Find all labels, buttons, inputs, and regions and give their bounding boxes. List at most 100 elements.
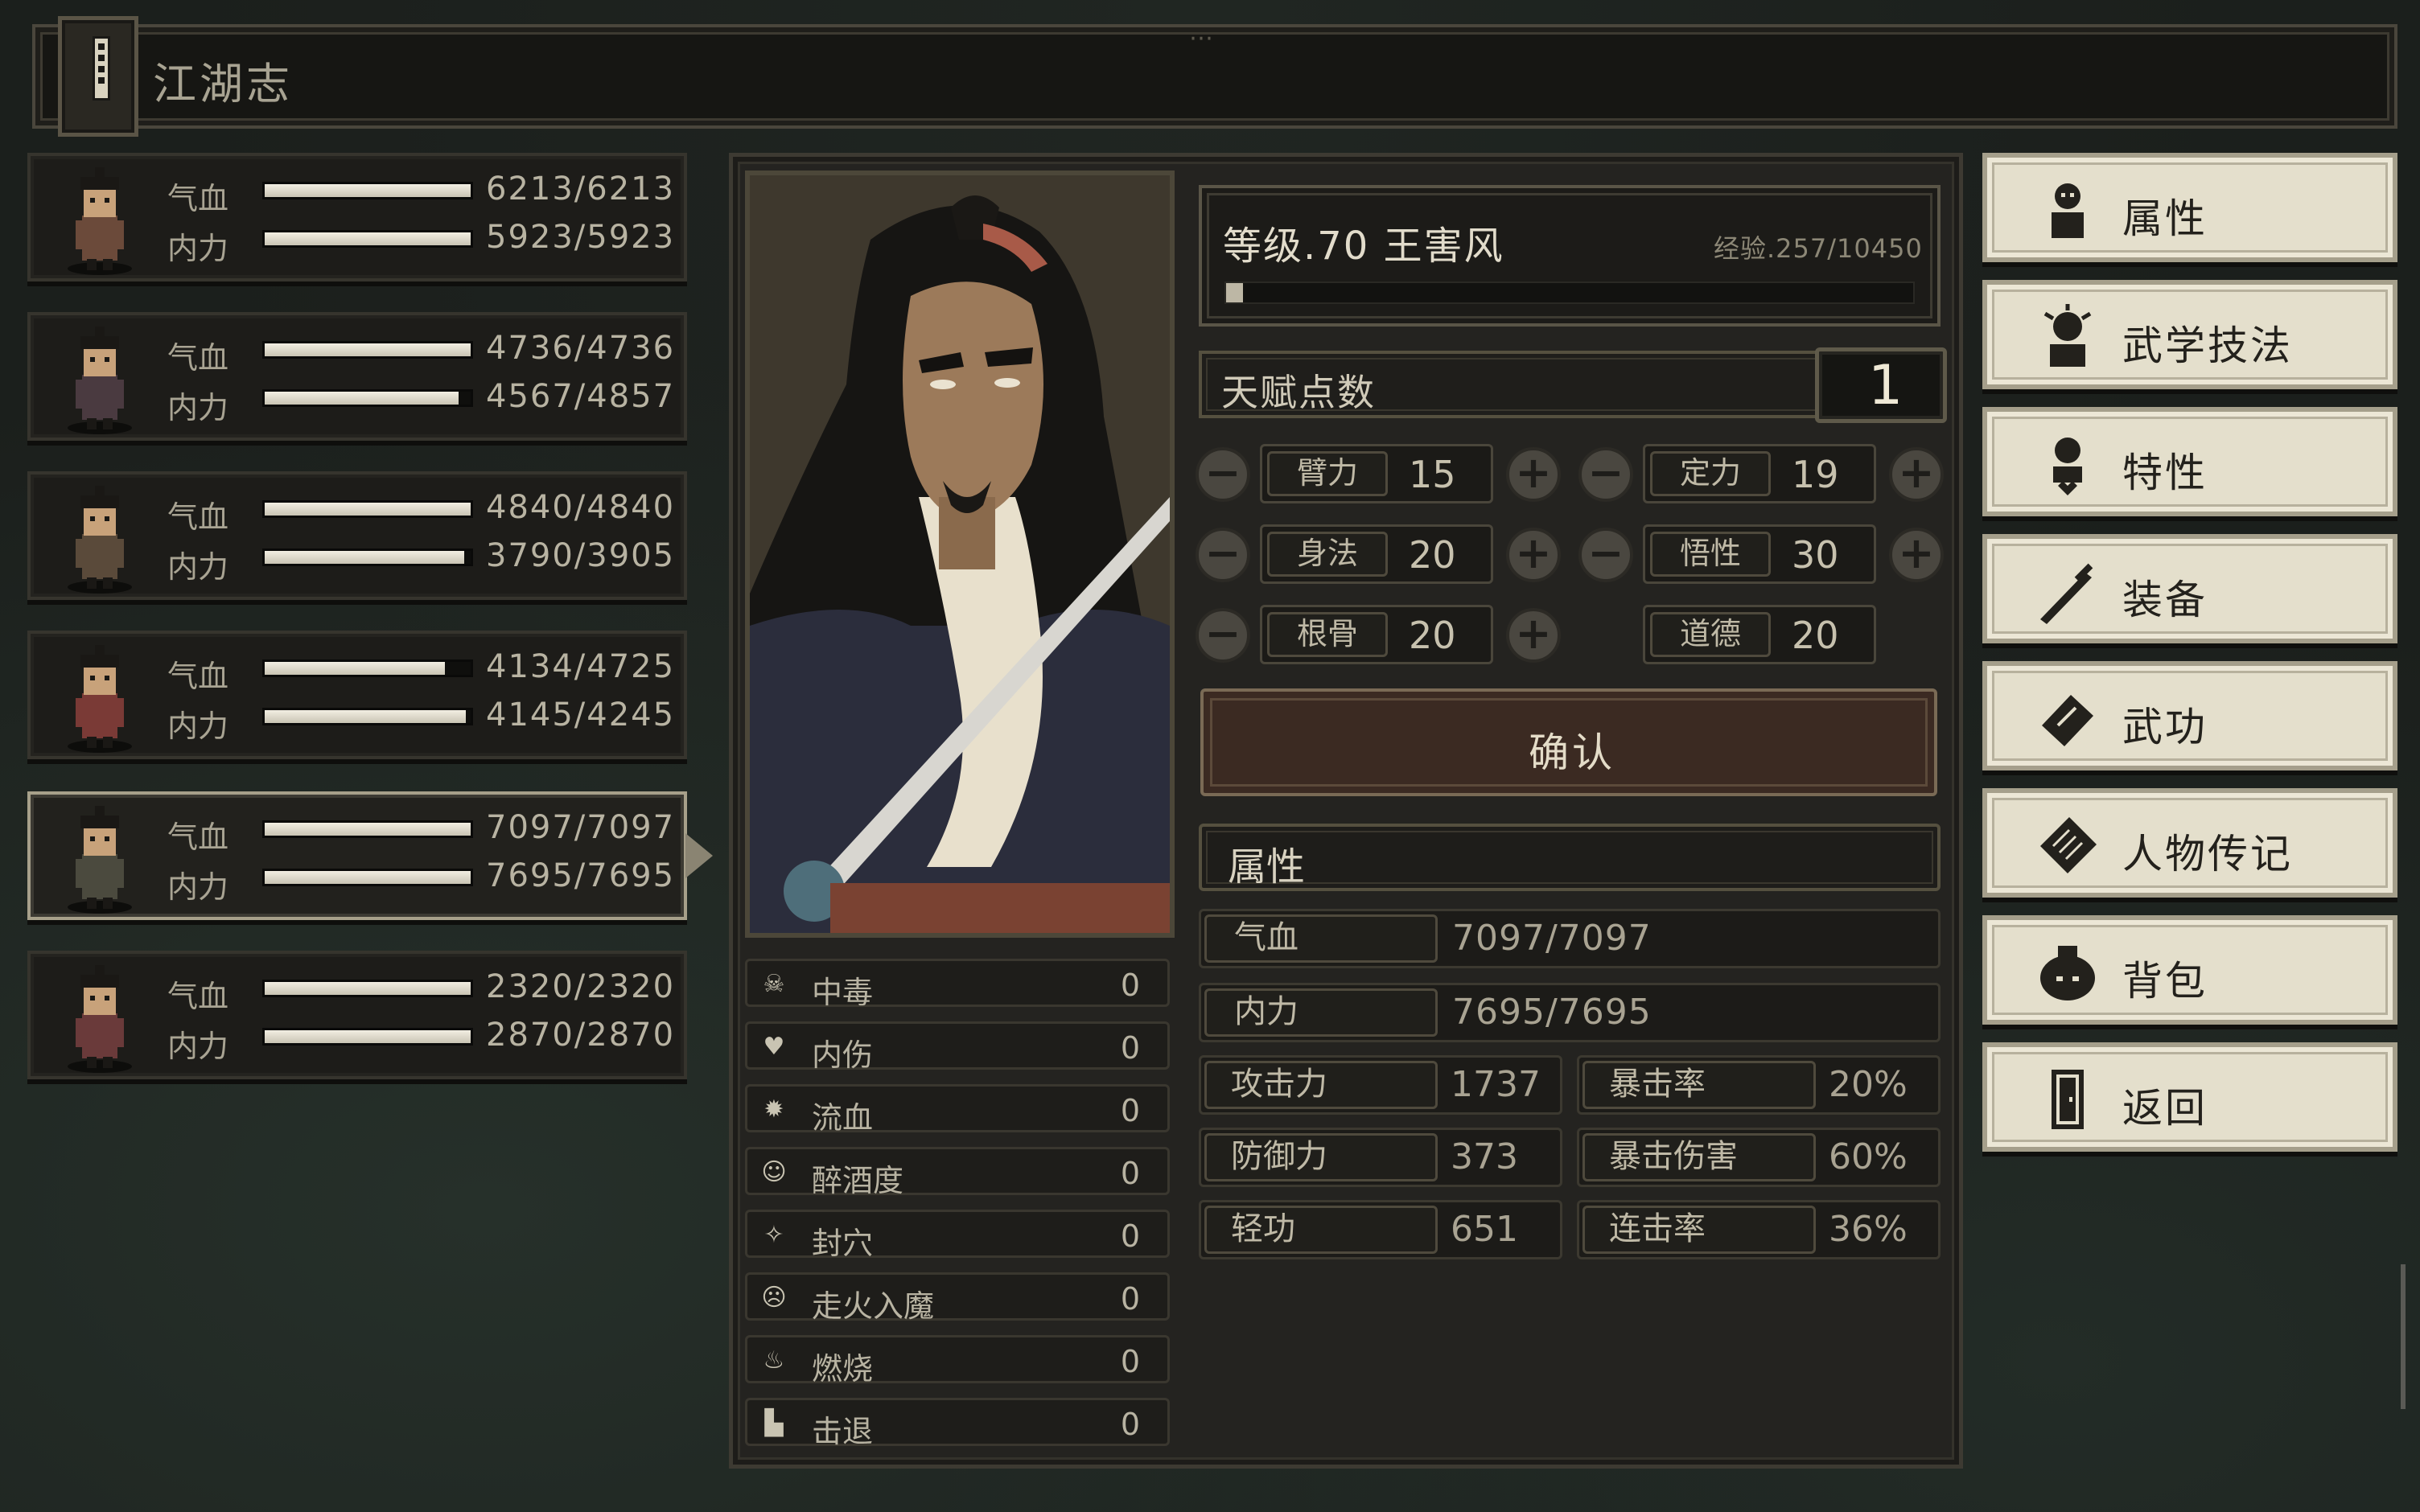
menu-button[interactable]: 武学技法	[1982, 280, 2397, 389]
menu-button[interactable]: 武功	[1982, 661, 2397, 770]
menu-button[interactable]: 返回	[1982, 1042, 2397, 1152]
hp-label: 气血	[167, 979, 229, 1014]
hp-label: 气血	[167, 820, 229, 855]
page-title: 江湖志	[153, 59, 293, 109]
stat-crit-damage: 暴击伤害 60%	[1577, 1128, 1941, 1187]
menu-button-label: 属性	[2122, 195, 2208, 242]
experience-bar-fill	[1226, 283, 1244, 302]
hp-label: 气血	[167, 499, 229, 535]
status-effect-label: 燃烧	[812, 1351, 874, 1387]
stat-hp: 气血 7097/7097	[1199, 909, 1941, 968]
decrease-constitution-button[interactable]: −	[1196, 608, 1250, 663]
hp-value: 4134/4725	[486, 648, 676, 685]
mp-label: 内力	[167, 549, 229, 585]
attr-constitution-value: 20	[1409, 614, 1456, 657]
stat-crit-rate-value: 20%	[1829, 1064, 1908, 1105]
stat-combo-rate-value: 36%	[1829, 1209, 1908, 1250]
increase-arm-button[interactable]: +	[1506, 447, 1561, 502]
increase-insight-button[interactable]: +	[1889, 528, 1944, 582]
menu-button-label: 背包	[2122, 958, 2208, 1005]
attr-insight: 悟性 30	[1643, 524, 1876, 584]
party-member-card[interactable]: 气血 2320/2320 内力 2870/2870	[27, 951, 687, 1079]
party-member-card[interactable]: 气血 4736/4736 内力 4567/4857	[27, 312, 687, 441]
increase-agility-button[interactable]: +	[1506, 528, 1561, 582]
stat-lightness: 轻功 651	[1199, 1200, 1562, 1259]
stat-mp-value: 7695/7695	[1452, 992, 1652, 1033]
stat-lightness-value: 651	[1451, 1209, 1518, 1250]
status-effect-row: ♨ 燃烧 0	[745, 1335, 1170, 1387]
status-effect-label: 内伤	[812, 1037, 874, 1073]
status-effect-value: 0	[1120, 968, 1140, 1003]
hp-bar	[262, 659, 473, 677]
hp-label: 气血	[167, 659, 229, 694]
decrease-focus-button[interactable]: −	[1578, 447, 1633, 502]
mp-label: 内力	[167, 1029, 229, 1064]
party-member-card[interactable]: 气血 6213/6213 内力 5923/5923	[27, 153, 687, 281]
status-effect-label: 击退	[812, 1414, 874, 1449]
menu-button[interactable]: 属性	[1982, 153, 2397, 262]
door-return-icon	[2034, 1065, 2101, 1132]
broken-heart-icon: ♥	[763, 1033, 785, 1061]
drunk-face-icon: ☺	[761, 1158, 787, 1186]
status-effect-row: ✧ 封穴 0	[745, 1210, 1170, 1261]
book-icon	[58, 16, 138, 137]
backpack-icon	[2034, 938, 2101, 1005]
biography-scroll-icon	[2034, 811, 2101, 878]
martial-skills-icon	[2034, 302, 2101, 370]
hp-bar	[262, 980, 473, 997]
increase-focus-button[interactable]: +	[1889, 447, 1944, 502]
boot-icon: ▙	[764, 1409, 784, 1437]
menu-button-label: 人物传记	[2122, 831, 2293, 877]
decrease-insight-button[interactable]: −	[1578, 528, 1633, 582]
party-member-card[interactable]: 气血 4134/4725 内力 4145/4245	[27, 631, 687, 759]
stat-attack-label: 攻击力	[1204, 1061, 1438, 1109]
attr-agility-label: 身法	[1267, 532, 1388, 577]
mp-value: 4567/4857	[486, 378, 676, 415]
decrease-arm-button[interactable]: −	[1196, 447, 1250, 502]
hp-label: 气血	[167, 181, 229, 216]
attr-constitution-label: 根骨	[1267, 612, 1388, 657]
party-member-card[interactable]: 气血 7097/7097 内力 7695/7695	[27, 791, 687, 920]
menu-button[interactable]: 装备	[1982, 534, 2397, 643]
mp-bar-fill	[265, 392, 459, 405]
menu-button[interactable]: 人物传记	[1982, 788, 2397, 898]
attr-arm-value: 15	[1409, 453, 1456, 496]
talent-points-value: 1	[1868, 354, 1903, 417]
stat-combo-rate: 连击率 36%	[1577, 1200, 1941, 1259]
menu-button[interactable]: 特性	[1982, 407, 2397, 516]
stat-defense-label: 防御力	[1204, 1133, 1438, 1181]
hp-value: 4840/4840	[486, 489, 676, 526]
attr-insight-value: 30	[1792, 533, 1839, 577]
stat-attack: 攻击力 1737	[1199, 1055, 1562, 1115]
attr-arm-label: 臂力	[1267, 451, 1388, 496]
mp-bar	[262, 869, 473, 886]
mp-bar-fill	[265, 1030, 471, 1043]
talent-points-label: 天赋点数	[1221, 371, 1376, 414]
attr-morality: 道德 20	[1643, 605, 1876, 664]
mp-label: 内力	[167, 390, 229, 425]
mp-bar	[262, 1028, 473, 1046]
menu-button[interactable]: 背包	[1982, 915, 2397, 1025]
scrollbar[interactable]	[2401, 1264, 2406, 1409]
party-member-card[interactable]: 气血 4840/4840 内力 3790/3905	[27, 471, 687, 600]
decrease-agility-button[interactable]: −	[1196, 528, 1250, 582]
level-and-name: 等级.70 王害风	[1223, 224, 1504, 269]
party-member-avatar	[51, 803, 148, 915]
manual-book-icon	[2034, 684, 2101, 751]
mp-label: 内力	[167, 709, 229, 744]
attributes-section-header	[1199, 824, 1941, 891]
hp-bar	[262, 341, 473, 359]
status-effect-value: 0	[1120, 1156, 1140, 1191]
stat-mp-label: 内力	[1204, 988, 1438, 1037]
attr-focus: 定力 19	[1643, 444, 1876, 503]
drag-handle-icon[interactable]: ⋯	[1189, 24, 1218, 52]
status-effect-row: ☹ 走火入魔 0	[745, 1272, 1170, 1324]
hp-bar-fill	[265, 662, 445, 675]
hp-value: 6213/6213	[486, 171, 676, 207]
increase-constitution-button[interactable]: +	[1506, 608, 1561, 663]
selection-arrow-icon	[685, 833, 713, 878]
stat-defense-value: 373	[1451, 1136, 1518, 1177]
status-effect-label: 封穴	[812, 1226, 874, 1261]
mp-label: 内力	[167, 231, 229, 266]
character-portrait	[745, 171, 1175, 938]
